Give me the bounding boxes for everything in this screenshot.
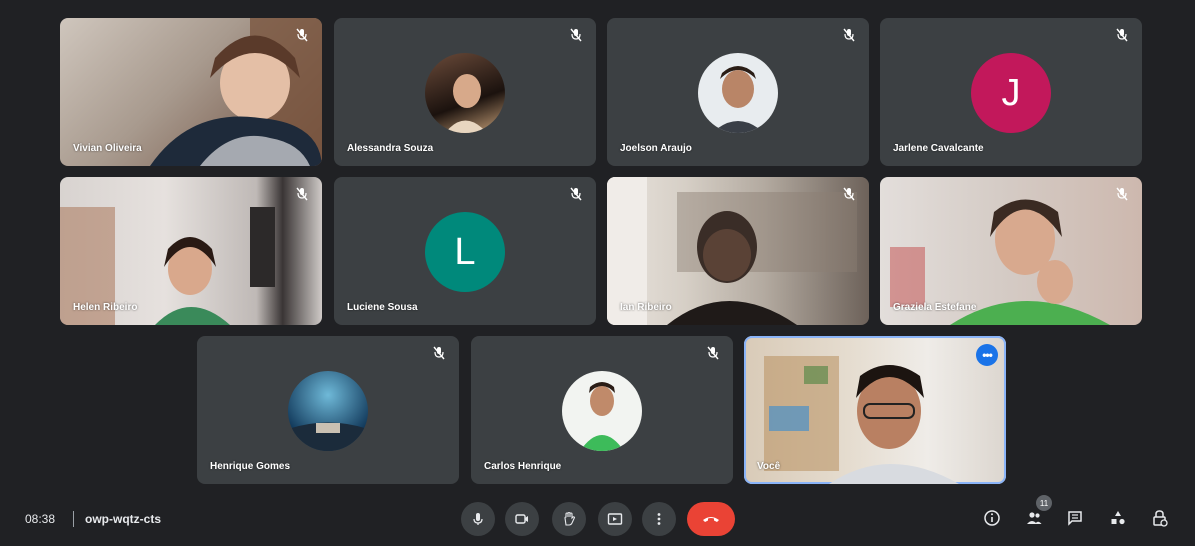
divider [73, 511, 74, 527]
activities-button[interactable] [1104, 504, 1132, 532]
more-options-button[interactable]: ••• [976, 344, 998, 366]
participant-tile[interactable]: Henrique Gomes [197, 336, 459, 484]
avatar [425, 53, 505, 133]
participant-name: Luciene Sousa [347, 302, 418, 313]
people-icon [1027, 512, 1042, 524]
avatar [698, 53, 778, 133]
avatar [288, 371, 368, 451]
avatar: L [425, 212, 505, 292]
self-view-tile[interactable]: Você ••• [744, 336, 1006, 484]
participant-name: Graziela Estefane [893, 302, 977, 313]
chat-icon [1068, 511, 1082, 526]
camera-button[interactable] [505, 502, 539, 536]
participant-name: Ian Ribeiro [620, 302, 672, 313]
mic-off-icon [843, 28, 855, 42]
participant-tile[interactable]: L Luciene Sousa [334, 177, 596, 325]
more-options-icon [657, 513, 661, 525]
more-options-button[interactable] [642, 502, 676, 536]
mic-off-icon [843, 187, 855, 201]
mic-off-icon [570, 187, 582, 201]
mic-off-icon [296, 28, 308, 42]
host-controls-button[interactable] [1146, 504, 1174, 532]
present-screen-icon [607, 513, 623, 525]
participant-name: Joelson Araujo [620, 143, 692, 154]
end-call-icon [703, 517, 719, 522]
meeting-details-icon [984, 510, 1000, 526]
raise-hand-button[interactable] [552, 502, 586, 536]
participant-tile[interactable]: Alessandra Souza [334, 18, 596, 166]
participant-name: Carlos Henrique [484, 461, 562, 472]
participant-name: Vivian Oliveira [73, 143, 142, 154]
present-screen-button[interactable] [598, 502, 632, 536]
participant-grid: Vivian Oliveira Alessandra Souza Joelson… [0, 0, 1195, 496]
participant-count-badge: 11 [1036, 495, 1052, 511]
activities-icon [1111, 511, 1125, 525]
mic-off-icon [433, 346, 445, 360]
participant-name: Helen Ribeiro [73, 302, 138, 313]
mic-off-icon [1116, 28, 1128, 42]
microphone-icon [473, 513, 483, 525]
participant-tile[interactable]: Vivian Oliveira [60, 18, 322, 166]
end-call-button[interactable] [687, 502, 735, 536]
avatar-photo [288, 422, 368, 451]
mic-off-icon [570, 28, 582, 42]
raise-hand-icon [564, 511, 576, 526]
avatar-photo [580, 382, 624, 451]
participant-tile[interactable]: Helen Ribeiro [60, 177, 322, 325]
participant-name: Jarlene Cavalcante [893, 143, 984, 154]
mic-off-icon [1116, 187, 1128, 201]
participant-name: Henrique Gomes [210, 461, 291, 472]
participant-tile[interactable]: J Jarlene Cavalcante [880, 18, 1142, 166]
avatar-photo [712, 66, 764, 133]
bottom-bar: 08:38 owp-wqtz-cts [0, 496, 1195, 546]
host-controls-icon [1153, 510, 1168, 527]
mic-off-icon [296, 187, 308, 201]
participant-tile[interactable]: Graziela Estefane [880, 177, 1142, 325]
participant-tile[interactable]: Ian Ribeiro [607, 177, 869, 325]
self-video [764, 356, 959, 484]
participant-tile[interactable]: Joelson Araujo [607, 18, 869, 166]
camera-icon [515, 514, 528, 524]
mic-off-icon [707, 346, 719, 360]
meeting-time: 08:38 [25, 512, 56, 526]
microphone-button[interactable] [461, 502, 495, 536]
chat-button[interactable] [1061, 504, 1089, 532]
participant-name: Alessandra Souza [347, 143, 434, 154]
avatar: J [971, 53, 1051, 133]
avatar-photo [445, 74, 487, 133]
avatar [562, 371, 642, 451]
participant-name: Você [757, 461, 781, 472]
meeting-code: owp-wqtz-cts [85, 512, 161, 526]
meeting-details-button[interactable] [978, 504, 1006, 532]
participant-tile[interactable]: Carlos Henrique [471, 336, 733, 484]
